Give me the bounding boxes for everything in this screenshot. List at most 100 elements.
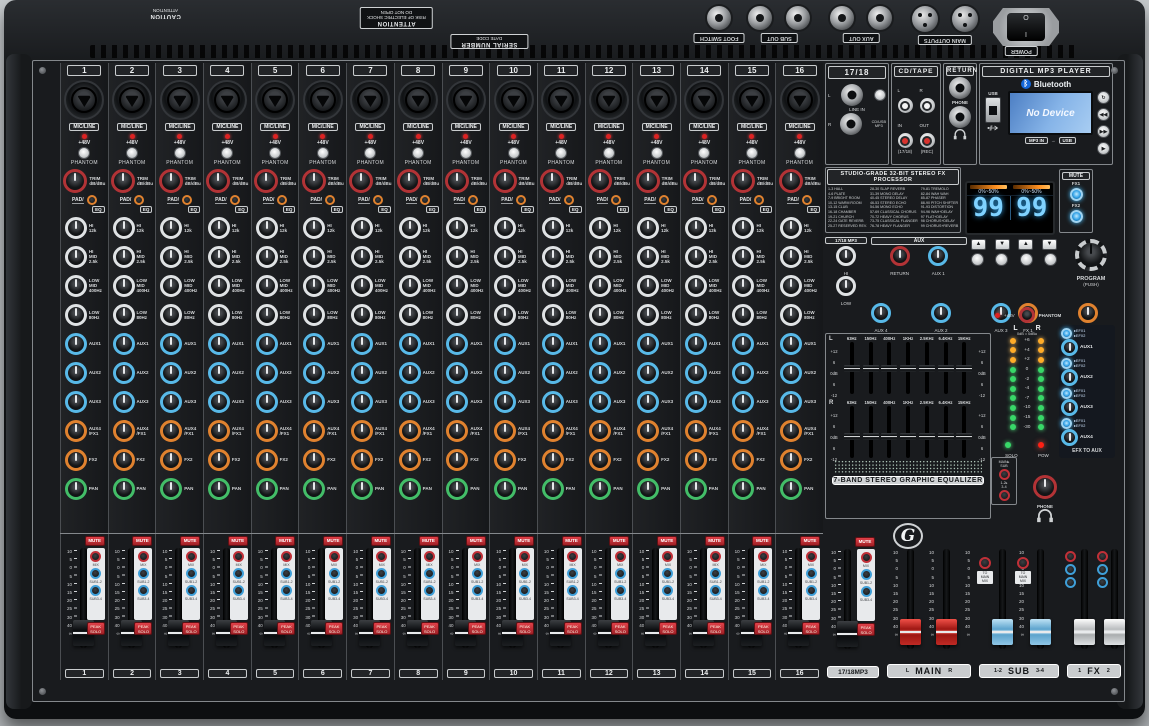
pad-button[interactable] xyxy=(87,195,97,205)
eq-low-knob[interactable] xyxy=(351,304,373,326)
geq-slider[interactable] xyxy=(850,342,854,394)
sub34-assign-button[interactable] xyxy=(281,585,292,596)
mute-button[interactable]: MUTE xyxy=(657,536,677,546)
aux3-knob[interactable] xyxy=(303,391,325,413)
fx2-knob[interactable] xyxy=(685,449,707,471)
peak-solo-button[interactable]: PEAK SOLO xyxy=(611,622,629,635)
aux1-knob[interactable] xyxy=(446,333,468,355)
sub12-assign-button[interactable] xyxy=(1097,564,1108,575)
efx-route-button[interactable] xyxy=(1061,418,1072,429)
sub34-assign-button[interactable] xyxy=(90,585,101,596)
mix-assign-button[interactable] xyxy=(424,551,435,562)
eq-low-knob[interactable] xyxy=(256,304,278,326)
eq-low-knob[interactable] xyxy=(780,304,802,326)
sub12-assign-button[interactable] xyxy=(758,568,769,579)
aux2-knob[interactable] xyxy=(589,362,611,384)
pan-knob[interactable] xyxy=(732,478,754,500)
pad-button[interactable] xyxy=(230,195,240,205)
peak-solo-button[interactable]: PEAK SOLO xyxy=(87,622,105,635)
sub34-assign-button[interactable] xyxy=(376,585,387,596)
fx-select-arrow-button[interactable]: ▼ xyxy=(995,239,1010,250)
aux4-fx1-knob[interactable] xyxy=(685,420,707,442)
mute-button[interactable]: MUTE xyxy=(514,536,534,546)
trim-knob[interactable] xyxy=(731,169,755,193)
efx-aux-knob[interactable] xyxy=(1061,339,1078,356)
phantom-button[interactable] xyxy=(794,147,806,159)
aux4-fx1-knob[interactable] xyxy=(160,420,182,442)
fx2-mute-button[interactable] xyxy=(1070,210,1083,223)
phantom-button[interactable] xyxy=(78,147,90,159)
mute-button[interactable]: MUTE xyxy=(752,536,772,546)
pan-knob[interactable] xyxy=(303,478,325,500)
aux1-knob[interactable] xyxy=(351,333,373,355)
aux1-knob[interactable] xyxy=(685,333,707,355)
geq-slider[interactable] xyxy=(887,406,891,458)
fx2-knob[interactable] xyxy=(303,449,325,471)
efx-route-button[interactable] xyxy=(1061,358,1072,369)
mute-button[interactable]: MUTE xyxy=(132,536,152,546)
pad-button[interactable] xyxy=(564,195,574,205)
aux1-knob[interactable] xyxy=(494,333,516,355)
phone-knob[interactable] xyxy=(1033,475,1057,499)
fx-select-button[interactable] xyxy=(971,253,984,266)
eq-hi-knob[interactable] xyxy=(399,217,421,239)
aux2-knob[interactable] xyxy=(303,362,325,384)
aux3-knob[interactable] xyxy=(685,391,707,413)
eq-hi-knob[interactable] xyxy=(160,217,182,239)
pan-knob[interactable] xyxy=(399,478,421,500)
aux1-knob[interactable] xyxy=(589,333,611,355)
eq-himid-knob[interactable] xyxy=(732,246,754,268)
sub12-assign-button[interactable] xyxy=(567,568,578,579)
pad-button[interactable] xyxy=(468,195,478,205)
mix-assign-button[interactable] xyxy=(758,551,769,562)
trim-knob[interactable] xyxy=(302,169,326,193)
sub12-assign-button[interactable] xyxy=(472,568,483,579)
phantom-button[interactable] xyxy=(603,147,615,159)
phantom-button[interactable] xyxy=(221,147,233,159)
fx2-knob[interactable] xyxy=(494,449,516,471)
eq-low-knob[interactable] xyxy=(399,304,421,326)
aux3-knob[interactable] xyxy=(446,391,468,413)
sub34-assign-button[interactable] xyxy=(1097,577,1108,588)
pan-knob[interactable] xyxy=(494,478,516,500)
mute-button[interactable]: MUTE xyxy=(800,536,820,546)
mix-assign-button[interactable] xyxy=(138,551,149,562)
fx1-fader[interactable] xyxy=(1081,549,1088,649)
fx-select-button[interactable] xyxy=(1044,253,1057,266)
eq-low-knob[interactable] xyxy=(494,304,516,326)
phantom-button[interactable] xyxy=(412,147,424,159)
trim-knob[interactable] xyxy=(349,169,373,193)
pan-knob[interactable] xyxy=(685,478,707,500)
peak-solo-button[interactable]: PEAK SOLO xyxy=(802,622,820,635)
aux4-fx1-knob[interactable] xyxy=(494,420,516,442)
trim-knob[interactable] xyxy=(397,169,421,193)
sub34-assign-button[interactable] xyxy=(567,585,578,596)
mix-assign-button[interactable] xyxy=(615,551,626,562)
aux2-knob[interactable] xyxy=(208,362,230,384)
pan-knob[interactable] xyxy=(637,478,659,500)
pad-button[interactable] xyxy=(659,195,669,205)
aux2-knob[interactable] xyxy=(65,362,87,384)
pad-button[interactable] xyxy=(707,195,717,205)
fx2-knob[interactable] xyxy=(542,449,564,471)
eq-lowmid-knob[interactable] xyxy=(494,275,516,297)
cd-usb-mp3-button[interactable] xyxy=(874,89,886,101)
eq-himid-knob[interactable] xyxy=(303,246,325,268)
pan-knob[interactable] xyxy=(65,478,87,500)
mute-button[interactable]: MUTE xyxy=(609,536,629,546)
pan-knob[interactable] xyxy=(542,478,564,500)
sub12-to-main-button[interactable] xyxy=(979,557,991,569)
phantom-button[interactable] xyxy=(364,147,376,159)
peak-solo-button[interactable]: PEAK SOLO xyxy=(325,622,343,635)
eq-himid-knob[interactable] xyxy=(542,246,564,268)
geq-slider[interactable] xyxy=(906,342,910,394)
aux2-master-knob[interactable] xyxy=(931,303,951,323)
eq-lowmid-knob[interactable] xyxy=(780,275,802,297)
aux3-knob[interactable] xyxy=(399,391,421,413)
eq-lowmid-knob[interactable] xyxy=(160,275,182,297)
trim-knob[interactable] xyxy=(588,169,612,193)
pad-button[interactable] xyxy=(277,195,287,205)
aux3-knob[interactable] xyxy=(732,391,754,413)
channel-fader[interactable] xyxy=(557,548,564,648)
eq-low-knob[interactable] xyxy=(685,304,707,326)
